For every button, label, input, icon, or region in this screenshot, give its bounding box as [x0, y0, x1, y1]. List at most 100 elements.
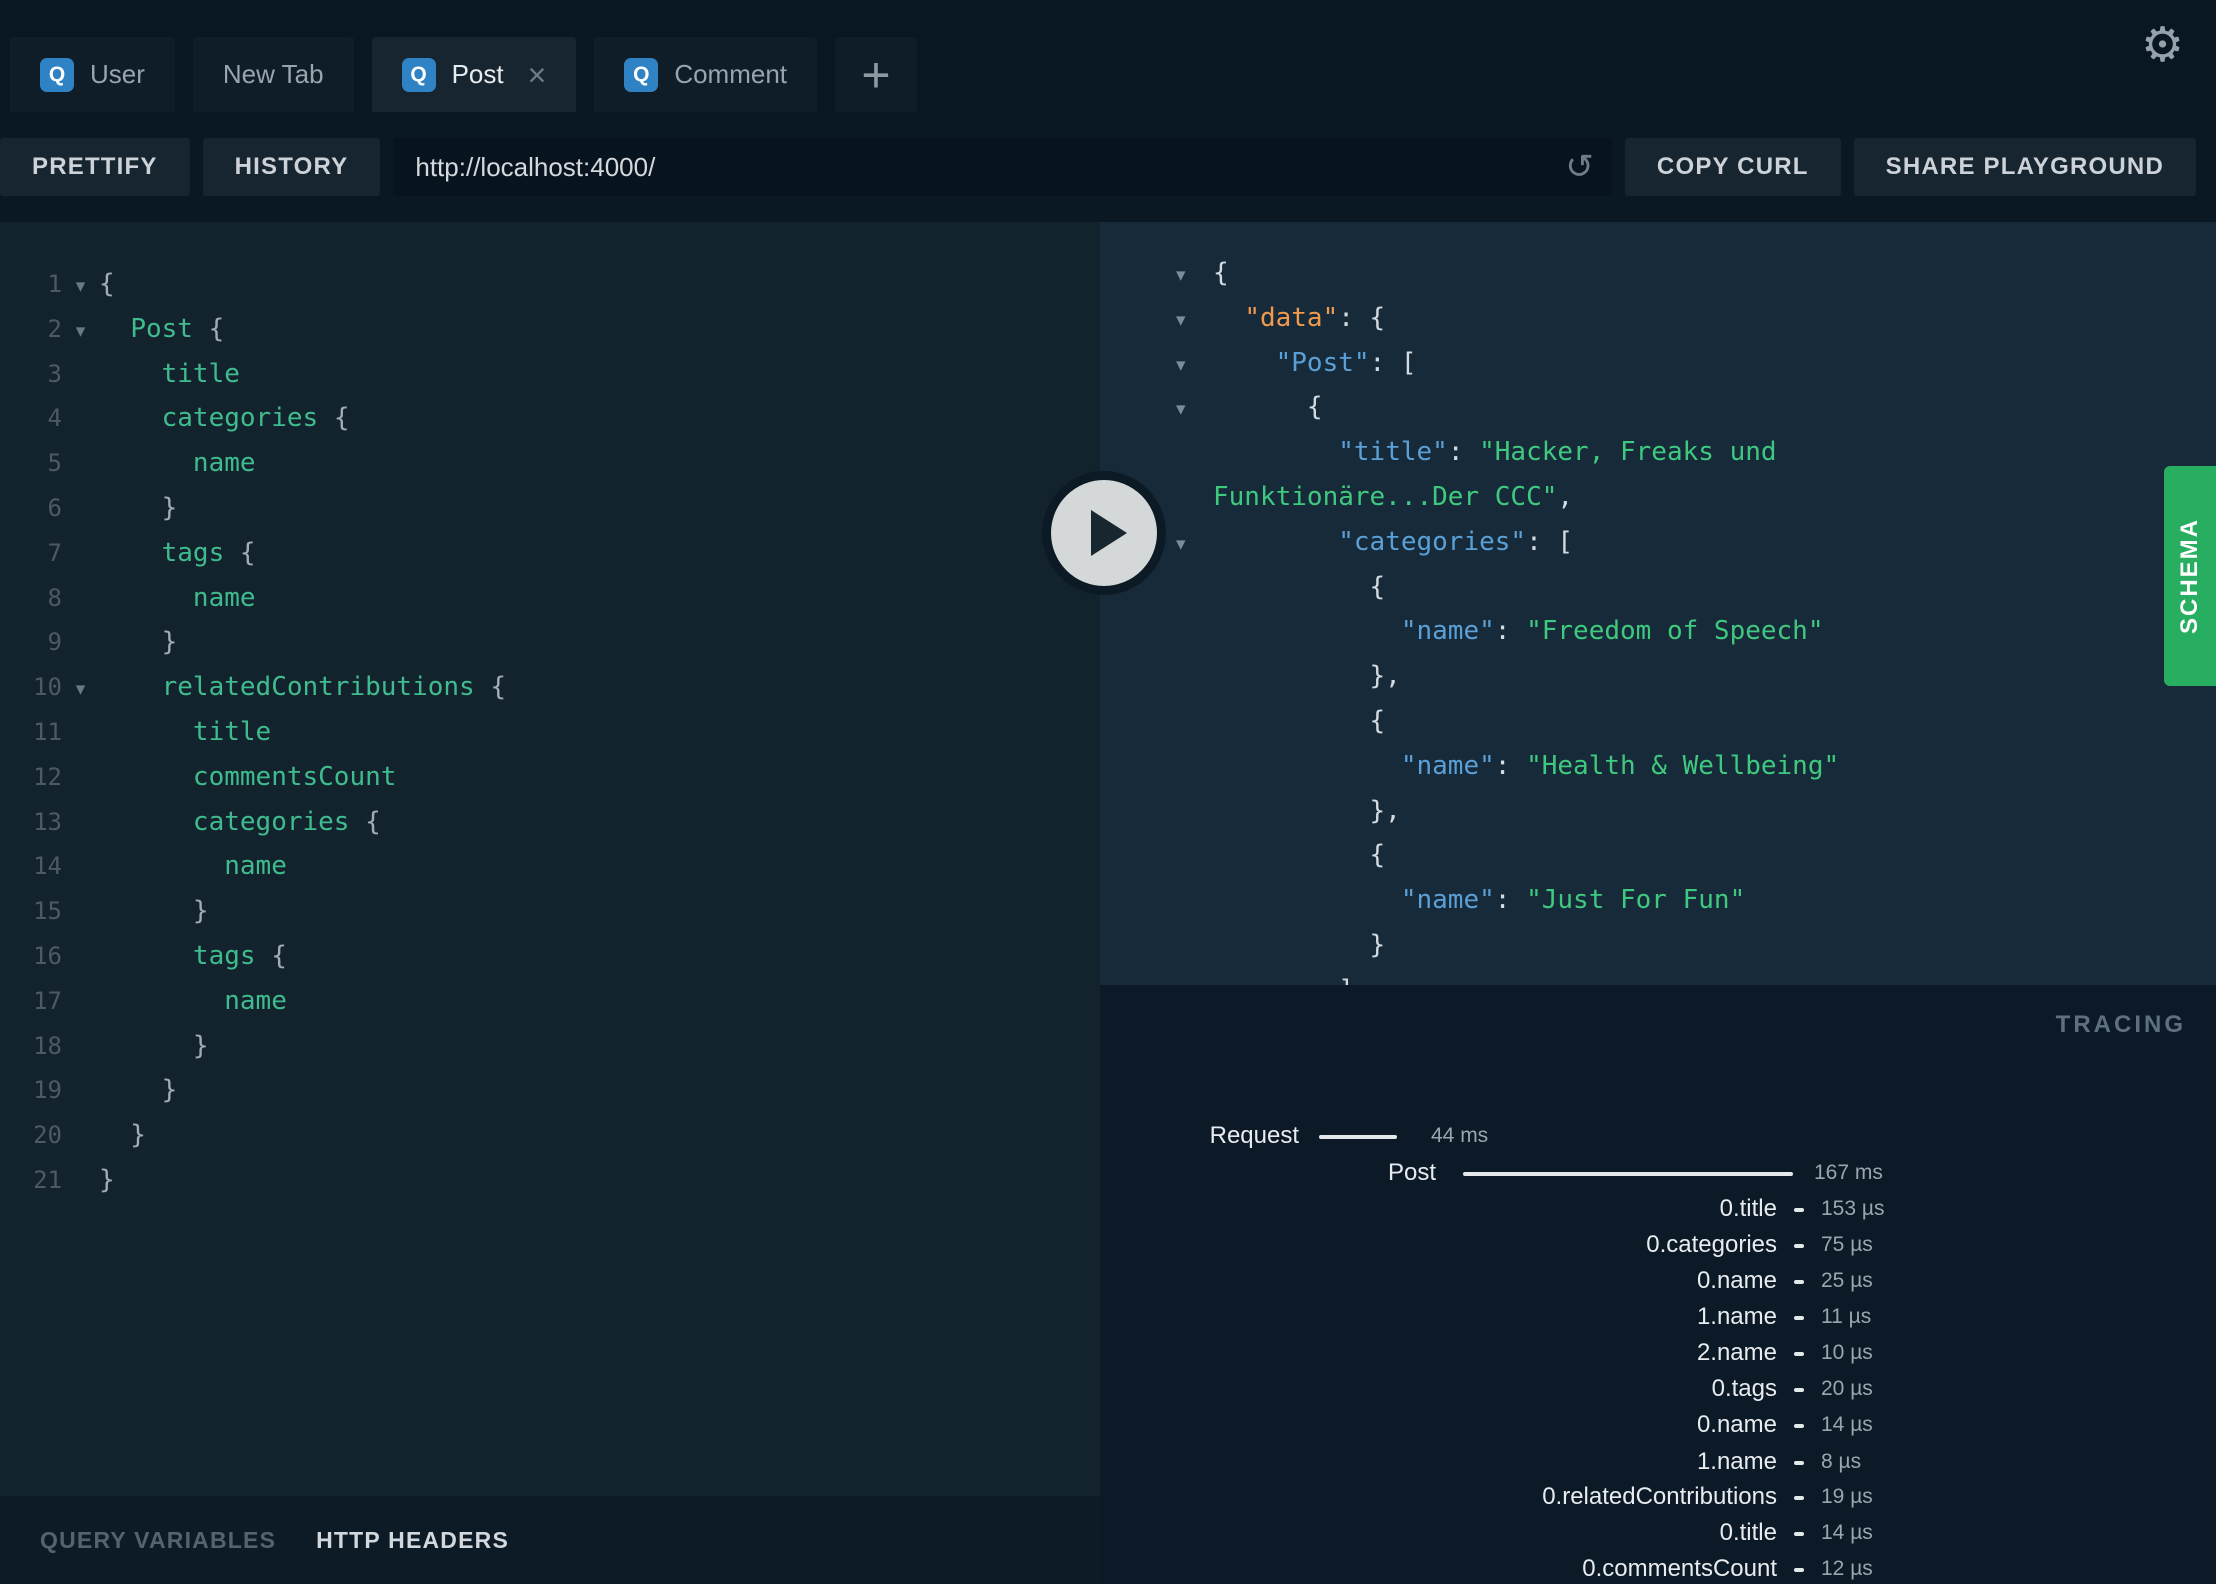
- fold-arrow-icon[interactable]: ▾: [1176, 387, 1213, 432]
- query-line[interactable]: 11 title: [0, 710, 1100, 755]
- right-column: ▾{▾ "data": {▾ "Post": [▾ { "title": "Ha…: [1100, 222, 2216, 1584]
- query-line[interactable]: 12 commentsCount: [0, 755, 1100, 800]
- query-line[interactable]: 2 ▾ Post {: [0, 307, 1100, 352]
- tracing-label: 0.title: [1719, 1519, 1777, 1546]
- copy-curl-button[interactable]: COPY CURL: [1624, 138, 1841, 196]
- tab-label: User: [90, 59, 145, 89]
- tracing-bar: [1794, 1244, 1804, 1248]
- query-line[interactable]: 17 name: [0, 979, 1100, 1024]
- tracing-label: 1.name: [1696, 1448, 1777, 1475]
- tracing-bar: [1794, 1532, 1804, 1536]
- fold-arrow-icon[interactable]: ▾: [62, 309, 99, 354]
- graphql-playground-window: Q User New Tab Q Post × Q Comment + ⚙ PR…: [0, 0, 2216, 1584]
- line-number: 15: [33, 897, 62, 926]
- execute-query-button[interactable]: [1042, 471, 1166, 595]
- query-line[interactable]: 20 }: [0, 1113, 1100, 1158]
- result-line: ▾ "Post": [: [1100, 341, 2216, 386]
- query-line[interactable]: 5 name: [0, 441, 1100, 486]
- query-line[interactable]: 1 ▾{: [0, 262, 1100, 307]
- close-tab-icon[interactable]: ×: [528, 59, 547, 91]
- tracing-bar: [1794, 1388, 1804, 1392]
- add-tab-button[interactable]: +: [835, 37, 918, 112]
- tracing-label: 0.name: [1696, 1411, 1777, 1438]
- prettify-button[interactable]: PRETTIFY: [0, 138, 190, 196]
- query-editor[interactable]: 1 ▾{2 ▾ Post {3 title 4 categories {5 name 6…: [0, 222, 1100, 1496]
- tracing-row: Request 44 ms: [1100, 1118, 2216, 1154]
- tab-comment[interactable]: Q Comment: [594, 37, 818, 112]
- settings-gear-icon[interactable]: ⚙: [2141, 22, 2184, 70]
- query-line[interactable]: 9 }: [0, 620, 1100, 665]
- share-playground-button[interactable]: SHARE PLAYGROUND: [1853, 138, 2196, 196]
- fold-arrow-icon[interactable]: ▾: [1176, 298, 1213, 343]
- line-number: 20: [33, 1121, 62, 1150]
- tracing-row: 0.title 153 µs: [1100, 1191, 2216, 1227]
- reload-schema-icon[interactable]: ↺: [1565, 150, 1594, 184]
- query-line[interactable]: 14 name: [0, 844, 1100, 889]
- query-line[interactable]: 6 }: [0, 486, 1100, 531]
- line-number: 17: [33, 986, 62, 1015]
- query-line[interactable]: 4 categories {: [0, 396, 1100, 441]
- line-number: 4: [47, 404, 62, 433]
- result-line: ▾ {: [1100, 385, 2216, 430]
- tracing-bar: [1794, 1461, 1804, 1465]
- endpoint-url-input[interactable]: http://localhost:4000/ ↺: [393, 138, 1612, 196]
- query-line[interactable]: 8 name: [0, 576, 1100, 621]
- query-line[interactable]: 10 ▾ relatedContributions {: [0, 665, 1100, 710]
- tab-new-tab[interactable]: New Tab: [192, 37, 354, 112]
- fold-arrow-icon[interactable]: ▾: [1176, 253, 1213, 298]
- result-line: ▾{: [1100, 251, 2216, 296]
- tab-post[interactable]: Q Post ×: [371, 37, 577, 112]
- tracing-panel[interactable]: TRACING Request 44 ms Post 167 ms 0.title 153…: [1100, 985, 2216, 1584]
- tracing-label: 0.commentsCount: [1582, 1555, 1777, 1582]
- line-number: 21: [33, 1165, 62, 1194]
- tab-label: Post: [451, 59, 504, 89]
- query-line[interactable]: 15 }: [0, 889, 1100, 934]
- result-line: "name": "Freedom of Speech": [1400, 616, 1824, 647]
- tracing-row: 0.title 14 µs: [1100, 1515, 2216, 1551]
- response-pane[interactable]: ▾{▾ "data": {▾ "Post": [▾ { "title": "Ha…: [1100, 222, 2216, 985]
- fold-arrow-icon[interactable]: ▾: [1176, 522, 1213, 567]
- query-variables-button[interactable]: QUERY VARIABLES: [40, 1527, 276, 1554]
- query-line[interactable]: 13 categories {: [0, 800, 1100, 845]
- tracing-label: 0.name: [1696, 1267, 1777, 1294]
- tracing-label: 1.name: [1696, 1303, 1777, 1330]
- query-badge-icon: Q: [401, 57, 436, 92]
- query-line[interactable]: 3 title: [0, 352, 1100, 397]
- query-editor-pane: 1 ▾{2 ▾ Post {3 title 4 categories {5 name 6…: [0, 222, 1100, 1584]
- query-line[interactable]: 16 tags {: [0, 934, 1100, 979]
- result-line: "name": "Health & Wellbeing": [1400, 750, 1840, 781]
- tracing-label: Request: [1209, 1122, 1299, 1149]
- tracing-duration: 20 µs: [1821, 1377, 1873, 1400]
- tracing-bar: [1794, 1424, 1804, 1428]
- tracing-duration: 25 µs: [1821, 1269, 1873, 1292]
- result-line: ▾ "categories": [: [1100, 520, 2216, 565]
- fold-arrow-icon[interactable]: ▾: [62, 667, 99, 712]
- main-split: 1 ▾{2 ▾ Post {3 title 4 categories {5 name 6…: [0, 222, 2216, 1584]
- tab-user[interactable]: Q User: [10, 37, 175, 112]
- tracing-duration: 11 µs: [1821, 1305, 1872, 1328]
- query-badge-icon: Q: [40, 57, 74, 92]
- toolbar: PRETTIFY HISTORY http://localhost:4000/ …: [0, 112, 2216, 222]
- line-number: 13: [33, 807, 62, 836]
- fold-arrow-icon[interactable]: ▾: [62, 264, 99, 309]
- line-number: 8: [47, 583, 62, 612]
- query-line[interactable]: 21}: [0, 1158, 1100, 1203]
- tracing-bar: [1794, 1352, 1804, 1356]
- query-line[interactable]: 18 }: [0, 1024, 1100, 1069]
- schema-side-tab[interactable]: SCHEMA: [2164, 466, 2216, 686]
- query-line[interactable]: 7 tags {: [0, 531, 1100, 576]
- line-number: 1: [47, 270, 62, 298]
- query-badge-icon: Q: [624, 57, 659, 92]
- query-line[interactable]: 19 }: [0, 1068, 1100, 1113]
- line-number: 3: [47, 359, 62, 388]
- tracing-label: 0.relatedContributions: [1542, 1483, 1777, 1510]
- tracing-duration: 12 µs: [1821, 1557, 1873, 1580]
- tracing-row: 0.relatedContributions 19 µs: [1100, 1479, 2216, 1515]
- tracing-duration: 153 µs: [1821, 1197, 1885, 1220]
- fold-arrow-icon[interactable]: ▾: [1176, 343, 1213, 388]
- result-line: },: [1213, 661, 1401, 692]
- tracing-row: 0.tags 20 µs: [1100, 1371, 2216, 1407]
- history-button[interactable]: HISTORY: [202, 138, 381, 196]
- http-headers-button[interactable]: HTTP HEADERS: [316, 1527, 509, 1554]
- tracing-bar: [1794, 1280, 1804, 1284]
